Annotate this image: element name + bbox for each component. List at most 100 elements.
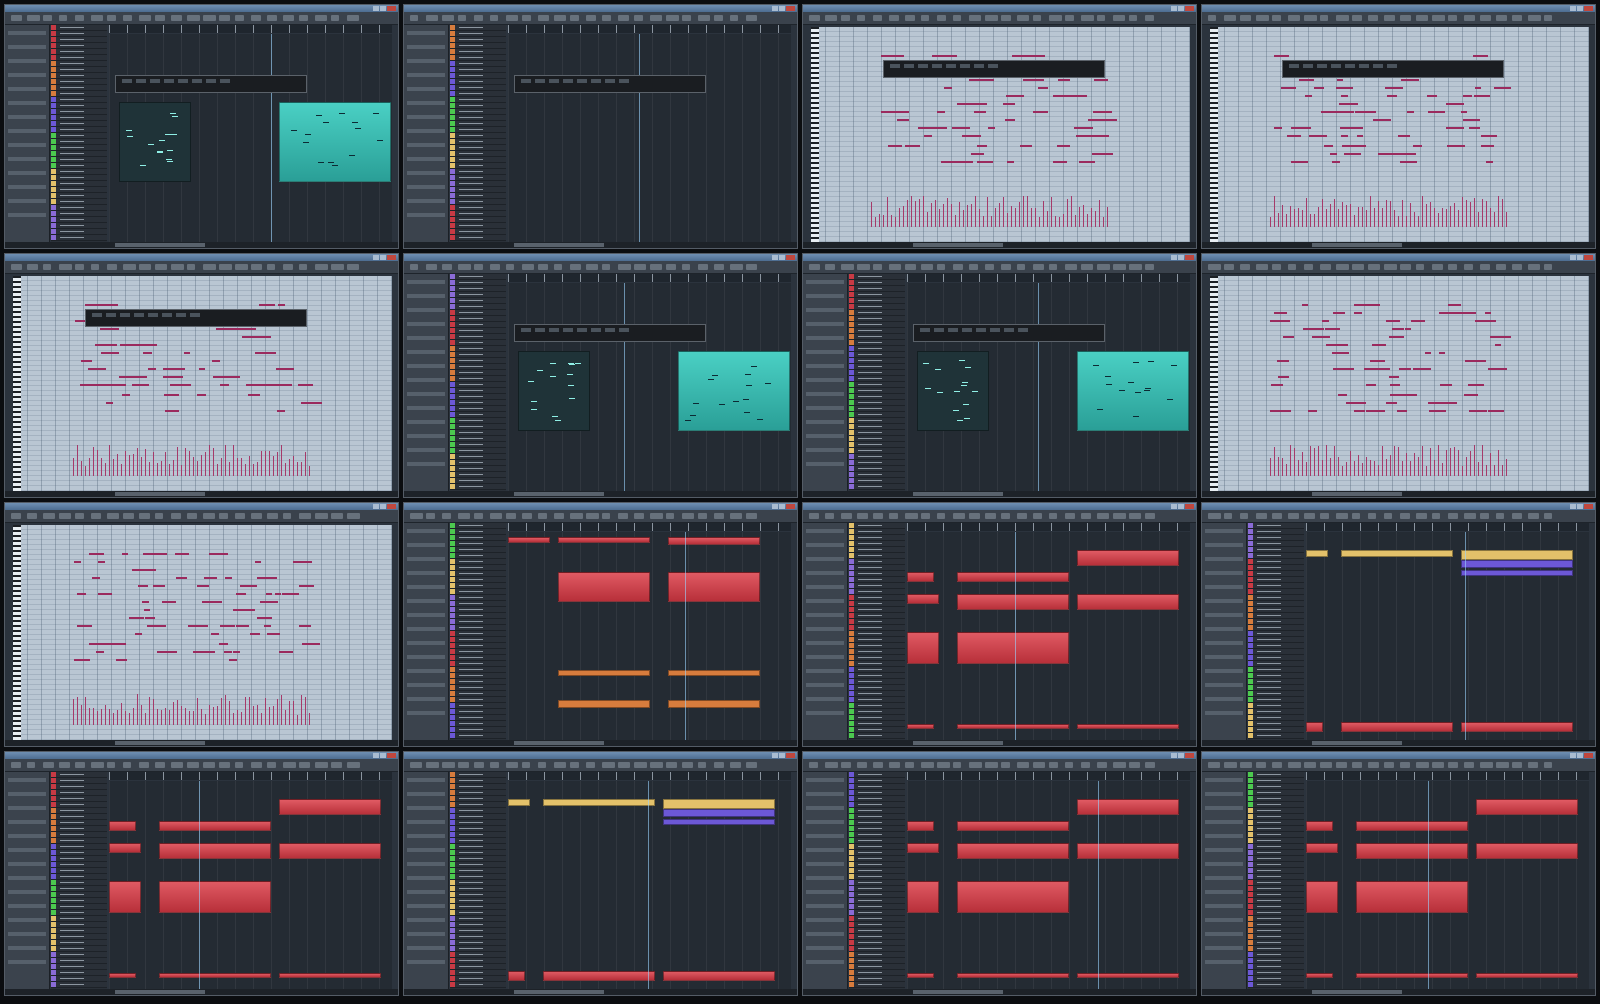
midi-note[interactable] [1355,111,1376,113]
toolbar-button[interactable] [91,264,99,270]
velocity-bar[interactable] [1322,460,1323,476]
velocity-bar[interactable] [133,454,134,476]
midi-note[interactable] [1490,336,1511,338]
velocity-bar[interactable] [871,202,872,227]
midi-note[interactable] [1405,328,1411,330]
inspector-row[interactable] [8,115,46,119]
toolbar-button[interactable] [1065,762,1073,768]
velocity-bar[interactable] [1378,465,1379,476]
minimize-icon[interactable] [1570,504,1576,509]
midi-note[interactable] [1336,87,1353,89]
toolbar-button[interactable] [809,513,819,519]
velocity-bar[interactable] [879,214,880,227]
midi-note[interactable] [1481,145,1494,147]
audio-event[interactable] [558,537,650,543]
transport-button[interactable] [1331,64,1341,68]
midi-note[interactable] [1270,320,1290,322]
audio-event[interactable] [907,973,934,978]
inspector-row[interactable] [806,904,844,908]
toolbar-button[interactable] [123,264,136,270]
toolbar-button[interactable] [714,513,724,519]
toolbar-button[interactable] [155,264,167,270]
toolbar-button[interactable] [347,762,360,768]
toolbar-button[interactable] [1368,264,1380,270]
velocity-bar[interactable] [201,455,202,476]
inspector-row[interactable] [806,308,844,312]
toolbar-button[interactable] [1081,762,1090,768]
audio-event[interactable] [957,724,1069,729]
midi-note[interactable] [1447,145,1465,147]
toolbar-button[interactable] [1240,15,1251,21]
inspector-row[interactable] [8,848,46,852]
scrollbar-thumb[interactable] [1312,243,1402,247]
midi-note[interactable] [299,585,314,587]
toolbar-button[interactable] [1081,264,1093,270]
toolbar-button[interactable] [91,15,103,21]
inspector-row[interactable] [407,434,445,438]
audio-event[interactable] [907,821,934,831]
midi-note[interactable] [1283,336,1291,338]
midi-note[interactable] [1448,304,1461,306]
transport-button[interactable] [619,79,629,83]
toolbar-button[interactable] [602,513,610,519]
toolbar-button[interactable] [43,15,52,21]
inspector-row[interactable] [407,364,445,368]
midi-note[interactable] [257,617,272,619]
velocity-bar[interactable] [1446,450,1447,476]
velocity-bar[interactable] [161,461,162,476]
midi-note[interactable] [897,119,909,121]
toolbar-button[interactable] [299,513,311,519]
midi-note[interactable] [282,593,299,595]
playback-cursor[interactable] [199,781,200,989]
toolbar-button[interactable] [11,15,22,21]
toolbar-button[interactable] [1416,15,1428,21]
inspector-row[interactable] [1205,529,1243,533]
toolbar-button[interactable] [315,264,328,270]
velocity-bar[interactable] [1091,208,1092,227]
toolbar-button[interactable] [1272,264,1281,270]
velocity-bar[interactable] [1454,447,1455,476]
toolbar-button[interactable] [1336,264,1349,270]
close-icon[interactable] [1185,6,1194,11]
velocity-bar[interactable] [1494,212,1495,227]
velocity-bar[interactable] [273,456,274,476]
midi-note[interactable] [1385,87,1403,89]
toolbar-button[interactable] [921,264,933,270]
velocity-bar[interactable] [987,197,988,227]
midi-note[interactable] [1038,87,1048,89]
toolbar-button[interactable] [1240,264,1250,270]
inspector-row[interactable] [407,171,445,175]
transport-button[interactable] [920,328,930,332]
close-icon[interactable] [1584,6,1593,11]
audio-event[interactable] [508,537,550,543]
toolbar-button[interactable] [506,15,518,21]
toolbar-button[interactable] [171,513,181,519]
toolbar-button[interactable] [1113,15,1125,21]
toolbar-button[interactable] [75,264,84,270]
audio-event[interactable] [543,799,655,806]
velocity-bar[interactable] [109,445,110,476]
velocity-bar[interactable] [1458,450,1459,476]
inspector-row[interactable] [1205,946,1243,950]
midi-note[interactable] [1336,111,1354,113]
horizontal-scrollbar[interactable] [404,491,797,497]
inspector-row[interactable] [8,876,46,880]
playback-cursor[interactable] [685,532,686,740]
close-icon[interactable] [1584,504,1593,509]
toolbar-button[interactable] [1400,513,1410,519]
velocity-bar[interactable] [967,205,968,227]
velocity-bar[interactable] [887,197,888,227]
midi-note[interactable] [1287,135,1295,137]
velocity-bar[interactable] [93,447,94,476]
toolbar-button[interactable] [985,513,996,519]
minimize-icon[interactable] [1171,6,1177,11]
velocity-bar[interactable] [301,695,302,725]
toolbar-button[interactable] [442,264,452,270]
velocity-bar[interactable] [253,706,254,725]
toolbar-button[interactable] [857,264,870,270]
velocity-bar[interactable] [1466,200,1467,227]
audio-event[interactable] [119,102,191,182]
toolbar-button[interactable] [730,15,738,21]
transport-button[interactable] [1303,64,1313,68]
toolbar-button[interactable] [1480,264,1490,270]
